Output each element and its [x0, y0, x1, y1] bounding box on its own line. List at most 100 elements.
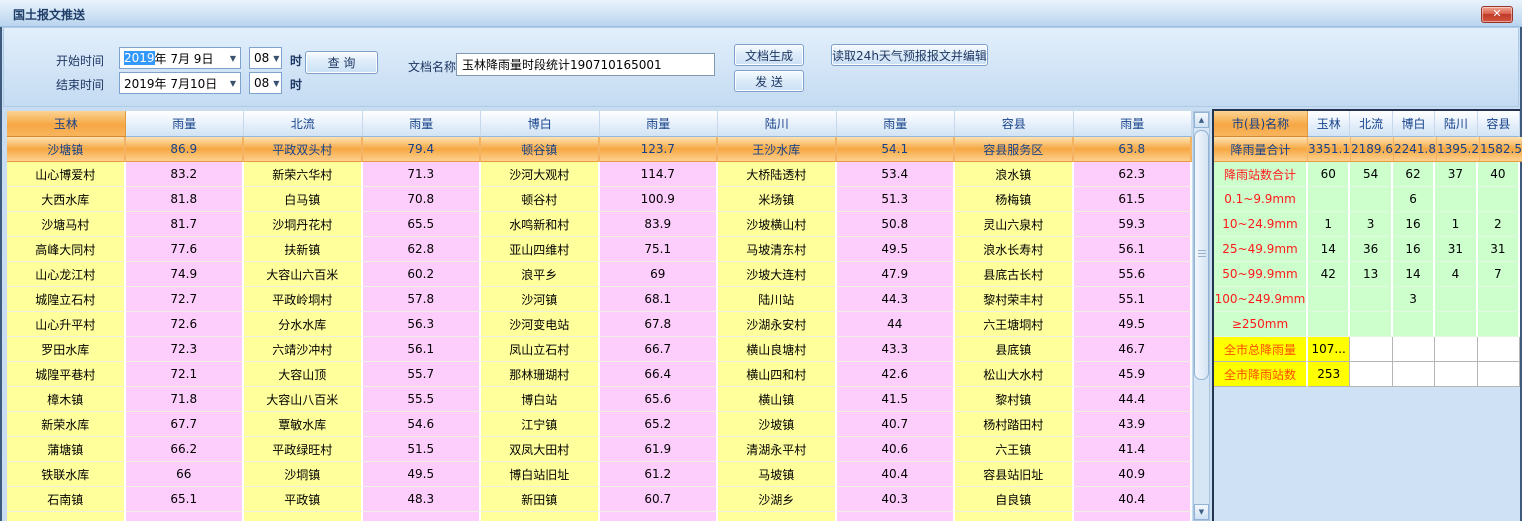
station-name-cell[interactable]: 新田镇: [481, 487, 600, 512]
rain-value-cell[interactable]: 66.2: [126, 437, 245, 462]
station-name-cell[interactable]: 平政岭垌村: [244, 287, 363, 312]
station-name-cell[interactable]: 城隍立石村: [7, 287, 126, 312]
station-name-cell[interactable]: 大桥陆透村: [718, 162, 837, 187]
rain-value-cell[interactable]: 61.5: [1074, 187, 1193, 212]
rain-value-cell[interactable]: 59.3: [1074, 212, 1193, 237]
station-name-cell[interactable]: 铁联水库: [7, 462, 126, 487]
station-name-cell[interactable]: 沙坡横山村: [718, 212, 837, 237]
query-button[interactable]: 查 询: [305, 51, 378, 74]
rain-value-cell[interactable]: 54.6: [363, 412, 482, 437]
generate-doc-button[interactable]: 文档生成: [734, 44, 804, 66]
rain-value-cell[interactable]: 86.9: [126, 137, 245, 162]
station-name-cell[interactable]: 王沙水库: [718, 137, 837, 162]
rain-value-cell[interactable]: 114.7: [600, 162, 719, 187]
rain-value-cell[interactable]: 83.9: [600, 212, 719, 237]
station-name-cell[interactable]: 六王镇: [955, 437, 1074, 462]
station-name-cell[interactable]: 大容山八百米: [244, 387, 363, 412]
rain-value-cell[interactable]: 41.5: [837, 387, 956, 412]
rain-value-cell[interactable]: 48.3: [363, 487, 482, 512]
table-row[interactable]: 沙塘镇86.9平政双头村79.4顿谷镇123.7王沙水库54.1容县服务区63.…: [7, 137, 1192, 162]
rain-value-cell[interactable]: 46.7: [1074, 337, 1193, 362]
rain-value-cell[interactable]: 63.8: [1074, 137, 1193, 162]
rain-value-cell[interactable]: 65.1: [126, 487, 245, 512]
rain-value-cell[interactable]: 43.3: [837, 337, 956, 362]
rain-value-cell[interactable]: 79.4: [363, 137, 482, 162]
rain-value-cell[interactable]: 72.6: [126, 312, 245, 337]
station-name-cell[interactable]: 马坡镇: [718, 462, 837, 487]
table-row[interactable]: 高峰大同村77.6扶新镇62.8亚山四维村75.1马坡清东村49.5浪水长寿村5…: [7, 237, 1192, 262]
rain-value-cell[interactable]: 44: [837, 312, 956, 337]
rain-value-cell[interactable]: 61.9: [600, 437, 719, 462]
rain-value-cell[interactable]: 66: [126, 462, 245, 487]
station-name-cell[interactable]: 亚山四维村: [481, 237, 600, 262]
station-name-cell[interactable]: 沙湖乡: [718, 487, 837, 512]
end-hour-dropdown-icon[interactable]: ▼: [269, 79, 279, 88]
rain-value-cell[interactable]: 67.8: [600, 312, 719, 337]
rain-value-cell[interactable]: 67.7: [126, 412, 245, 437]
station-name-cell[interactable]: 山心龙江村: [7, 262, 126, 287]
station-name-cell[interactable]: 江宁镇: [481, 412, 600, 437]
rain-value-cell[interactable]: 72.7: [126, 287, 245, 312]
rain-value-cell[interactable]: 100.9: [600, 187, 719, 212]
rain-value-cell[interactable]: 61.2: [600, 462, 719, 487]
rain-value-cell[interactable]: 42.6: [837, 362, 956, 387]
summary-range-row[interactable]: 0.1~9.9mm6: [1214, 187, 1520, 212]
station-name-cell[interactable]: 双凤大田村: [481, 437, 600, 462]
rain-value-cell[interactable]: 55.1: [1074, 287, 1193, 312]
rain-value-cell[interactable]: 123.7: [600, 137, 719, 162]
rain-value-cell[interactable]: 40.4: [1074, 487, 1193, 512]
station-name-cell[interactable]: 樟木镇: [7, 387, 126, 412]
station-name-cell[interactable]: 松山大水村: [955, 362, 1074, 387]
rain-value-cell[interactable]: 62.8: [363, 237, 482, 262]
table-row[interactable]: 山心博爱村83.2新荣六华村71.3沙河大观村114.7大桥陆透村53.4浪水镇…: [7, 162, 1192, 187]
station-name-cell[interactable]: 平政镇: [244, 487, 363, 512]
table-row[interactable]: 蒲塘镇66.2平政绿旺村51.5双凤大田村61.9清湖永平村40.6六王镇41.…: [7, 437, 1192, 462]
column-header-city[interactable]: 容县: [955, 111, 1074, 137]
station-name-cell[interactable]: 县底镇: [955, 337, 1074, 362]
summary-footer-row[interactable]: 全市总降雨量107...: [1214, 337, 1520, 362]
station-name-cell[interactable]: 罗田水库: [7, 337, 126, 362]
rain-value-cell[interactable]: 51.3: [837, 187, 956, 212]
rain-value-cell[interactable]: 40.3: [837, 487, 956, 512]
summary-range-row[interactable]: 50~99.9mm42131447: [1214, 262, 1520, 287]
rain-value-cell[interactable]: 41.4: [1074, 437, 1193, 462]
summary-range-row[interactable]: 降雨站数合计6054623740: [1214, 162, 1520, 187]
start-hour-dropdown-icon[interactable]: ▼: [269, 54, 279, 63]
station-name-cell[interactable]: 黎村荣丰村: [955, 287, 1074, 312]
station-name-cell[interactable]: 白马镇: [244, 187, 363, 212]
rain-value-cell[interactable]: 51.5: [363, 437, 482, 462]
station-name-cell[interactable]: 清湖永平村: [718, 437, 837, 462]
station-name-cell[interactable]: 山心升平村: [7, 312, 126, 337]
rain-value-cell[interactable]: 74.9: [126, 262, 245, 287]
rain-value-cell[interactable]: 65.5: [363, 212, 482, 237]
summary-header-county[interactable]: 玉林: [1308, 111, 1350, 137]
read-forecast-button[interactable]: 读取24h天气预报报文并编辑: [831, 44, 988, 66]
scroll-up-arrow-icon[interactable]: ▲: [1194, 112, 1209, 128]
station-name-cell[interactable]: 博白站旧址: [481, 462, 600, 487]
station-name-cell[interactable]: 蒲塘镇: [7, 437, 126, 462]
rain-value-cell[interactable]: 56.1: [363, 337, 482, 362]
station-name-cell[interactable]: 沙河大观村: [481, 162, 600, 187]
column-header-city[interactable]: 博白: [481, 111, 600, 137]
station-name-cell[interactable]: 容县站旧址: [955, 462, 1074, 487]
rain-value-cell[interactable]: 40.4: [837, 462, 956, 487]
station-name-cell[interactable]: 大容山六百米: [244, 262, 363, 287]
rain-value-cell[interactable]: 81.7: [126, 212, 245, 237]
rain-value-cell[interactable]: 66.7: [600, 337, 719, 362]
station-name-cell[interactable]: 博白站: [481, 387, 600, 412]
station-name-cell[interactable]: 浪水镇: [955, 162, 1074, 187]
end-hour-select[interactable]: 08 ▼: [249, 72, 282, 94]
rain-value-cell[interactable]: 55.6: [1074, 262, 1193, 287]
summary-range-row[interactable]: ≥250mm: [1214, 312, 1520, 337]
start-hour-select[interactable]: 08 ▼: [249, 47, 282, 69]
station-name-cell[interactable]: 平政绿旺村: [244, 437, 363, 462]
rain-value-cell[interactable]: 40.7: [837, 412, 956, 437]
rain-value-cell[interactable]: 55.7: [363, 362, 482, 387]
rain-value-cell[interactable]: 44.4: [1074, 387, 1193, 412]
station-name-cell[interactable]: 沙塘马村: [7, 212, 126, 237]
station-name-cell[interactable]: 浪水长寿村: [955, 237, 1074, 262]
scroll-down-arrow-icon[interactable]: ▼: [1194, 504, 1209, 520]
rain-value-cell[interactable]: 45.9: [1074, 362, 1193, 387]
station-name-cell[interactable]: 大容山顶: [244, 362, 363, 387]
summary-header-county[interactable]: 陆川: [1435, 111, 1477, 137]
